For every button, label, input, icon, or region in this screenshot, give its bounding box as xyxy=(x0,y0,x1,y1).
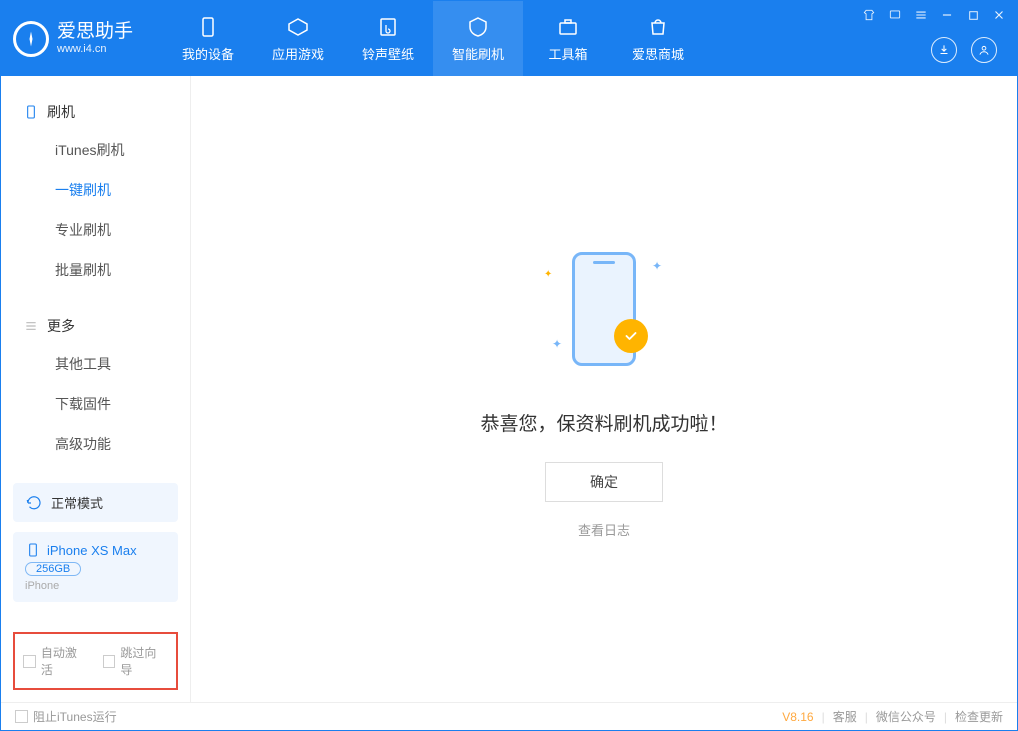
tab-label: 工具箱 xyxy=(549,44,588,63)
checkbox-auto-activate[interactable]: 自动激活 xyxy=(23,644,89,678)
minimize-icon[interactable] xyxy=(939,7,955,23)
close-icon[interactable] xyxy=(991,7,1007,23)
checkbox-skip-guide[interactable]: 跳过向导 xyxy=(103,644,169,678)
phone-icon xyxy=(23,104,39,120)
sidebar-item-download-firmware[interactable]: 下载固件 xyxy=(1,384,190,424)
sidebar-item-advanced[interactable]: 高级功能 xyxy=(1,424,190,464)
tab-store[interactable]: 爱思商城 xyxy=(613,1,703,76)
sparkle-icon: ✦ xyxy=(544,269,552,280)
feedback-icon[interactable] xyxy=(887,7,903,23)
sidebar: 刷机 iTunes刷机 一键刷机 专业刷机 批量刷机 更多 其他工具 下载固件 … xyxy=(1,76,191,702)
phone-notch-icon xyxy=(593,261,615,264)
device-boxes: 正常模式 iPhone XS Max 256GB iPhone xyxy=(13,483,178,602)
group-title: 刷机 xyxy=(47,102,75,122)
sidebar-item-oneclick-flash[interactable]: 一键刷机 xyxy=(1,170,190,210)
separator: | xyxy=(822,710,825,724)
bottom-options-highlight: 自动激活 跳过向导 xyxy=(13,632,178,690)
check-badge-icon xyxy=(614,319,648,353)
sidebar-group-head-more: 更多 xyxy=(1,308,190,344)
sidebar-item-other-tools[interactable]: 其他工具 xyxy=(1,344,190,384)
sidebar-item-pro-flash[interactable]: 专业刷机 xyxy=(1,210,190,250)
ok-button[interactable]: 确定 xyxy=(545,462,663,502)
device-info-box[interactable]: iPhone XS Max 256GB iPhone xyxy=(13,532,178,602)
group-title: 更多 xyxy=(47,316,75,336)
maximize-icon[interactable] xyxy=(965,7,981,23)
checkbox-label: 阻止iTunes运行 xyxy=(33,708,117,725)
sidebar-group-flash: 刷机 iTunes刷机 一键刷机 专业刷机 批量刷机 xyxy=(1,94,190,290)
brand-block: 爱思助手 www.i4.cn xyxy=(13,21,133,57)
view-log-link[interactable]: 查看日志 xyxy=(578,520,630,539)
skin-icon[interactable] xyxy=(861,7,877,23)
nav-tabs: 我的设备 应用游戏 铃声壁纸 智能刷机 工具箱 爱思商城 xyxy=(163,1,703,76)
tab-apps-games[interactable]: 应用游戏 xyxy=(253,1,343,76)
mode-label: 正常模式 xyxy=(51,493,103,512)
status-bar: 阻止iTunes运行 V8.16 | 客服 | 微信公众号 | 检查更新 xyxy=(1,702,1017,730)
success-message: 恭喜您，保资料刷机成功啦！ xyxy=(480,409,727,436)
checkbox-label: 自动激活 xyxy=(41,644,89,678)
statusbar-left: 阻止iTunes运行 xyxy=(15,708,117,725)
checkbox-icon xyxy=(15,710,28,723)
brand-url: www.i4.cn xyxy=(57,43,133,56)
user-icon[interactable] xyxy=(971,37,997,63)
header-right-actions xyxy=(931,37,997,63)
window-controls xyxy=(861,7,1007,23)
device-name-row: iPhone XS Max xyxy=(25,542,166,558)
device-icon xyxy=(25,542,41,558)
sidebar-item-batch-flash[interactable]: 批量刷机 xyxy=(1,250,190,290)
checkbox-icon xyxy=(23,655,36,668)
link-check-update[interactable]: 检查更新 xyxy=(955,708,1003,725)
brand-name: 爱思助手 xyxy=(57,21,133,44)
storage-badge: 256GB xyxy=(25,562,81,576)
device-type: iPhone xyxy=(25,580,166,592)
tab-label: 铃声壁纸 xyxy=(362,44,414,63)
checkbox-block-itunes[interactable]: 阻止iTunes运行 xyxy=(15,708,117,725)
brand-logo-icon xyxy=(13,21,49,57)
statusbar-right: V8.16 | 客服 | 微信公众号 | 检查更新 xyxy=(782,708,1003,725)
separator: | xyxy=(865,710,868,724)
tab-label: 我的设备 xyxy=(182,44,234,63)
main-area: 刷机 iTunes刷机 一键刷机 专业刷机 批量刷机 更多 其他工具 下载固件 … xyxy=(1,76,1017,702)
tab-toolbox[interactable]: 工具箱 xyxy=(523,1,613,76)
sidebar-item-itunes-flash[interactable]: iTunes刷机 xyxy=(1,130,190,170)
list-icon xyxy=(23,318,39,334)
tab-label: 应用游戏 xyxy=(272,44,324,63)
mode-box[interactable]: 正常模式 xyxy=(13,483,178,522)
brand-text: 爱思助手 www.i4.cn xyxy=(57,21,133,57)
content-area: ✦ ✦ ✦ 恭喜您，保资料刷机成功啦！ 确定 查看日志 xyxy=(191,76,1017,702)
link-wechat[interactable]: 微信公众号 xyxy=(876,708,936,725)
menu-icon[interactable] xyxy=(913,7,929,23)
tab-my-device[interactable]: 我的设备 xyxy=(163,1,253,76)
tab-ringtone-wallpaper[interactable]: 铃声壁纸 xyxy=(343,1,433,76)
checkbox-icon xyxy=(103,655,116,668)
separator: | xyxy=(944,710,947,724)
tab-label: 爱思商城 xyxy=(632,44,684,63)
download-icon[interactable] xyxy=(931,37,957,63)
link-support[interactable]: 客服 xyxy=(833,708,857,725)
app-header: 爱思助手 www.i4.cn 我的设备 应用游戏 铃声壁纸 智能刷机 工具箱 爱… xyxy=(1,1,1017,76)
success-illustration: ✦ ✦ ✦ xyxy=(534,239,674,379)
refresh-icon xyxy=(25,494,43,512)
sparkle-icon: ✦ xyxy=(652,259,662,273)
sparkle-icon: ✦ xyxy=(552,337,562,351)
checkbox-label: 跳过向导 xyxy=(120,644,168,678)
tab-label: 智能刷机 xyxy=(452,44,504,63)
version-label: V8.16 xyxy=(782,710,813,724)
tab-smart-flash[interactable]: 智能刷机 xyxy=(433,1,523,76)
sidebar-group-head-flash: 刷机 xyxy=(1,94,190,130)
device-name: iPhone XS Max xyxy=(47,543,137,558)
sidebar-group-more: 更多 其他工具 下载固件 高级功能 xyxy=(1,308,190,464)
